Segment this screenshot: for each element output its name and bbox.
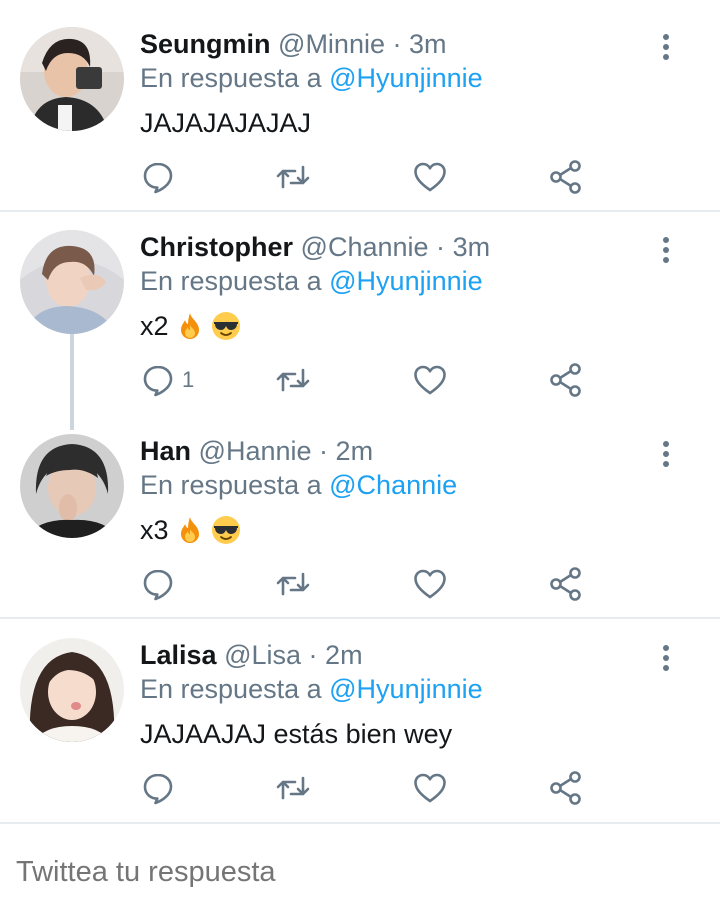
more-options-icon[interactable]: [652, 438, 680, 470]
sunglasses-emoji: [211, 311, 241, 341]
user-handle[interactable]: @Channie: [301, 232, 429, 262]
like-button[interactable]: [412, 360, 448, 400]
reply-prefix: En respuesta a: [140, 63, 322, 93]
reply-context: En respuesta a @Hyunjinnie: [140, 61, 483, 95]
tweet-header: Christopher @Channie · 3m: [140, 230, 490, 264]
reply-mention-link[interactable]: @Hyunjinnie: [329, 674, 482, 704]
share-icon: [550, 363, 581, 397]
reply-icon: [143, 569, 173, 601]
reply-icon: [143, 162, 173, 194]
tweet-actions: [0, 768, 720, 808]
tweet[interactable]: Han @Hannie · 2m En respuesta a @Channie…: [0, 434, 720, 614]
timestamp[interactable]: 3m: [409, 29, 447, 59]
reply-mention-link[interactable]: @Hyunjinnie: [329, 266, 482, 296]
retweet-icon: [276, 572, 310, 596]
reply-count: 1: [182, 367, 195, 392]
reply-prefix: En respuesta a: [140, 674, 322, 704]
tweet-actions: [0, 564, 720, 604]
user-handle[interactable]: @Hannie: [199, 436, 312, 466]
reply-input[interactable]: [16, 856, 696, 889]
tweet-text: JAJAJAJAJAJ: [140, 106, 311, 140]
tweet-text-content: JAJAAJAJ estás bien wey: [140, 719, 453, 749]
like-button[interactable]: [412, 564, 448, 604]
share-button[interactable]: [548, 157, 584, 197]
tweet-text-content: JAJAJAJAJAJ: [140, 108, 312, 138]
retweet-icon: [276, 776, 310, 800]
display-name[interactable]: Seungmin: [140, 29, 271, 59]
heart-icon: [414, 365, 446, 395]
tweet-text: JAJAAJAJ estás bien wey: [140, 717, 452, 751]
compose-divider: [0, 822, 720, 824]
fire-emoji: [175, 515, 205, 545]
display-name[interactable]: Han: [140, 436, 191, 466]
reply-context: En respuesta a @Hyunjinnie: [140, 264, 483, 298]
tweet-actions: [0, 157, 720, 197]
reply-compose-bar: [0, 826, 720, 913]
share-button[interactable]: [548, 768, 584, 808]
user-handle[interactable]: @Lisa: [224, 640, 301, 670]
fire-emoji: [175, 311, 205, 341]
share-button[interactable]: [548, 564, 584, 604]
separator-dot: ·: [308, 640, 318, 670]
tweet[interactable]: Christopher @Channie · 3m En respuesta a…: [0, 230, 720, 410]
timestamp[interactable]: 2m: [336, 436, 374, 466]
avatar[interactable]: [20, 27, 124, 131]
retweet-button[interactable]: [275, 768, 311, 808]
like-button[interactable]: [412, 768, 448, 808]
share-button[interactable]: [548, 360, 584, 400]
tweet-actions: 1: [0, 360, 720, 400]
tweet-divider: [0, 210, 720, 212]
avatar[interactable]: [20, 638, 124, 742]
reply-button[interactable]: 1: [140, 360, 194, 400]
retweet-icon: [276, 165, 310, 189]
more-options-icon[interactable]: [652, 642, 680, 674]
tweet-text: x3: [140, 513, 241, 547]
retweet-button[interactable]: [275, 360, 311, 400]
tweet-text-content: x3: [140, 515, 169, 545]
tweet-header: Seungmin @Minnie · 3m: [140, 27, 447, 61]
separator-dot: ·: [392, 29, 402, 59]
avatar[interactable]: [20, 434, 124, 538]
share-icon: [550, 567, 581, 601]
like-button[interactable]: [412, 157, 448, 197]
sunglasses-emoji: [211, 515, 241, 545]
timestamp[interactable]: 2m: [325, 640, 363, 670]
reply-icon: [143, 773, 173, 805]
display-name[interactable]: Lalisa: [140, 640, 217, 670]
reply-mention-link[interactable]: @Hyunjinnie: [329, 63, 482, 93]
tweet-header: Han @Hannie · 2m: [140, 434, 373, 468]
reply-mention-link[interactable]: @Channie: [329, 470, 457, 500]
reply-icon: [143, 365, 173, 397]
heart-icon: [414, 773, 446, 803]
reply-prefix: En respuesta a: [140, 266, 322, 296]
heart-icon: [414, 162, 446, 192]
more-options-icon[interactable]: [652, 234, 680, 266]
retweet-button[interactable]: [275, 157, 311, 197]
separator-dot: ·: [319, 436, 329, 466]
tweet-header: Lalisa @Lisa · 2m: [140, 638, 363, 672]
user-handle[interactable]: @Minnie: [278, 29, 385, 59]
more-options-icon[interactable]: [652, 31, 680, 63]
retweet-icon: [276, 368, 310, 392]
reply-context: En respuesta a @Hyunjinnie: [140, 672, 483, 706]
display-name[interactable]: Christopher: [140, 232, 293, 262]
reply-button[interactable]: [140, 564, 182, 604]
share-icon: [550, 160, 581, 194]
tweet-text-content: x2: [140, 311, 169, 341]
reply-button[interactable]: [140, 157, 182, 197]
heart-icon: [414, 569, 446, 599]
reply-prefix: En respuesta a: [140, 470, 322, 500]
avatar[interactable]: [20, 230, 124, 334]
separator-dot: ·: [436, 232, 446, 262]
share-icon: [550, 771, 581, 805]
reply-button[interactable]: [140, 768, 182, 808]
tweet[interactable]: Seungmin @Minnie · 3m En respuesta a @Hy…: [0, 27, 720, 207]
timestamp[interactable]: 3m: [453, 232, 491, 262]
reply-context: En respuesta a @Channie: [140, 468, 457, 502]
tweet-divider: [0, 617, 720, 619]
tweet-text: x2: [140, 309, 241, 343]
tweet[interactable]: Lalisa @Lisa · 2m En respuesta a @Hyunji…: [0, 638, 720, 818]
retweet-button[interactable]: [275, 564, 311, 604]
